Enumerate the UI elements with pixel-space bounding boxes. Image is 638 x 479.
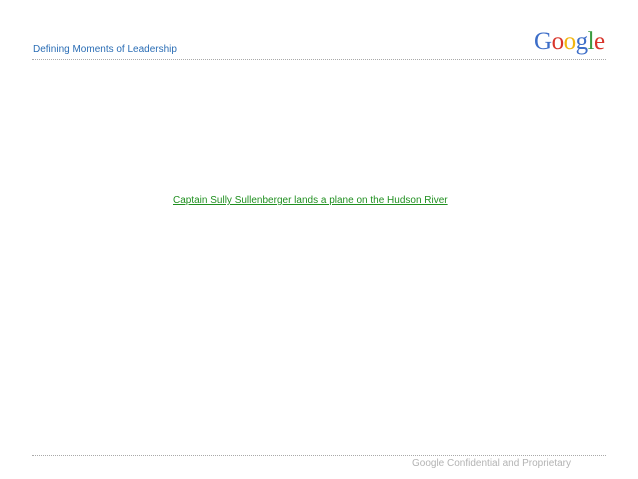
footer-confidential-text: Google Confidential and Proprietary [412,458,571,469]
logo-letter: g [575,28,589,55]
logo-letter: e [594,28,605,55]
slide-title: Defining Moments of Leadership [33,44,177,55]
logo-letter: o [551,28,565,55]
google-logo: Google [534,27,605,57]
logo-letter: G [534,28,552,55]
hudson-river-link[interactable]: Captain Sully Sullenberger lands a plane… [173,195,448,206]
slide: Defining Moments of Leadership Google Ca… [0,0,638,479]
logo-letter: o [563,28,577,55]
header-divider [32,59,606,60]
footer-divider [32,455,606,456]
